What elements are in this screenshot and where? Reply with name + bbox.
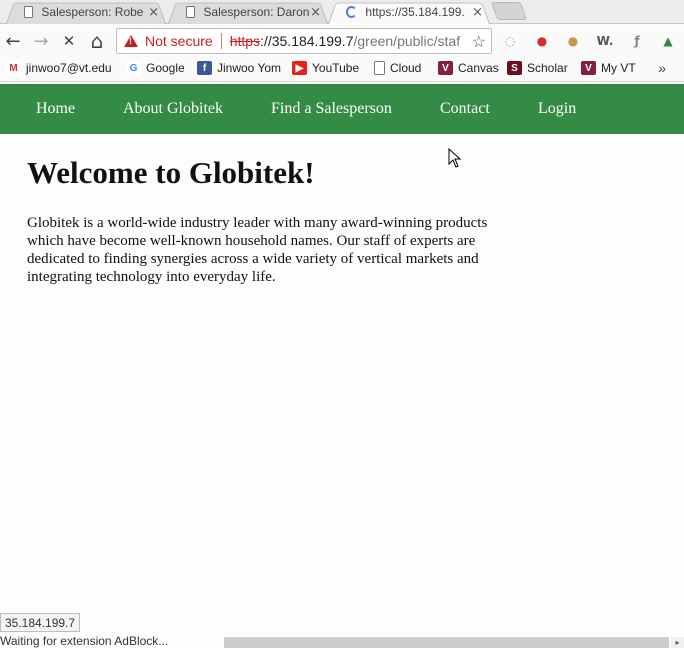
bookmark-jinwoo-yom[interactable]: f Jinwoo Yom <box>197 61 281 75</box>
close-icon[interactable]: × <box>309 5 322 20</box>
url-scheme: https <box>229 33 261 49</box>
bookmark-my-vt[interactable]: V My VT <box>581 61 636 75</box>
facebook-icon: f <box>197 61 212 75</box>
loading-spinner-icon <box>346 6 358 18</box>
page-icon <box>186 6 196 18</box>
bookmark-jinwoo7-vt-edu[interactable]: Mjinwoo7@vt.edu <box>6 61 112 75</box>
close-icon[interactable]: × <box>471 5 484 20</box>
address-bar[interactable]: Not secure https ://35.184.199.7 /green/… <box>116 28 492 54</box>
url-host: ://35.184.199.7 <box>260 33 354 49</box>
tab-strip: Salesperson: Robe × Salesperson: Daron ×… <box>0 0 684 24</box>
bookmark-label: Scholar <box>527 61 568 75</box>
tab-title: Salesperson: Robe <box>41 5 144 19</box>
bookmark-canvas[interactable]: V Canvas <box>438 61 499 75</box>
google-icon: G <box>126 61 141 75</box>
scroll-right-icon[interactable]: ▸ <box>671 637 684 648</box>
vt-icon: V <box>438 61 453 75</box>
nav-about-link[interactable]: About Globitek <box>123 100 223 118</box>
wikiwand-icon[interactable]: W. <box>595 31 615 51</box>
green-arrow-icon[interactable]: ▲ <box>658 31 678 51</box>
scholar-icon: S <box>507 61 522 75</box>
gmail-icon: M <box>6 61 21 75</box>
intro-paragraph: Globitek is a world-wide industry leader… <box>27 215 488 285</box>
bookmark-label: Canvas <box>458 61 499 75</box>
tab-salesperson-robe[interactable]: Salesperson: Robe × <box>6 0 166 24</box>
tab-title: Salesperson: Daron <box>203 5 310 19</box>
forward-arrow-icon[interactable]: → <box>30 30 52 52</box>
tab-salesperson-daron[interactable]: Salesperson: Daron × <box>168 0 328 24</box>
bookmark-scholar[interactable]: S Scholar <box>507 61 568 75</box>
youtube-icon: ▶ <box>292 61 307 75</box>
site-nav: Home About Globitek Find a Salesperson C… <box>0 84 684 134</box>
back-arrow-icon[interactable]: ← <box>2 30 24 52</box>
page-title: Welcome to Globitek! <box>27 155 315 190</box>
nav-find-salesperson-link[interactable]: Find a Salesperson <box>271 100 392 118</box>
page-icon <box>24 6 34 18</box>
bookmark-label: My VT <box>601 61 636 75</box>
circle-extension-icon[interactable]: ◌ <box>500 31 520 51</box>
tab-title: https://35.184.199. <box>365 5 465 19</box>
cookie-icon[interactable]: ● <box>563 31 583 51</box>
nav-login-link[interactable]: Login <box>538 100 576 118</box>
home-icon[interactable]: ⌂ <box>86 29 108 53</box>
bookmark-label: jinwoo7@vt.edu <box>26 61 112 75</box>
page-icon <box>374 61 385 75</box>
bookmarks-bar: Mjinwoo7@vt.edu G Google f Jinwoo Yom ▶ YouTub… <box>0 57 684 82</box>
nav-contact-link[interactable]: Contact <box>440 100 490 118</box>
new-tab-button[interactable] <box>490 2 528 20</box>
browser-toolbar: ← → ✕ ⌂ Not secure https ://35.184.199.7… <box>0 25 684 57</box>
url-path: /green/public/staf <box>353 33 461 49</box>
adblock-icon[interactable]: ● <box>532 31 552 51</box>
status-message: Waiting for extension AdBlock... <box>0 634 169 648</box>
tab-active-page[interactable]: https://35.184.199. × <box>328 0 490 24</box>
bookmark-label: YouTube <box>312 61 360 75</box>
omnibox-divider <box>220 33 222 49</box>
status-url: 35.184.199.7 <box>0 613 81 632</box>
bookmarks-overflow-icon[interactable]: » <box>658 60 666 76</box>
bookmark-youtube[interactable]: ▶ YouTube <box>292 61 359 75</box>
close-icon[interactable]: × <box>147 5 160 20</box>
bookmark-label: Jinwoo Yom <box>217 61 282 75</box>
horizontal-scrollbar[interactable] <box>224 637 669 648</box>
stop-icon[interactable]: ✕ <box>58 30 80 52</box>
bookmark-star-icon[interactable]: ☆ <box>471 32 486 52</box>
bookmark-google[interactable]: G Google <box>126 61 185 75</box>
not-secure-label[interactable]: Not secure <box>145 33 213 49</box>
bookmark-label: Google <box>146 61 185 75</box>
vt-icon: V <box>581 61 596 75</box>
flash-icon[interactable]: ƒ <box>627 31 647 51</box>
bookmark-label: Cloud <box>390 61 422 75</box>
warning-icon <box>124 35 138 47</box>
nav-home-link[interactable]: Home <box>36 100 75 118</box>
bookmark-cloud[interactable]: Cloud <box>374 61 421 75</box>
